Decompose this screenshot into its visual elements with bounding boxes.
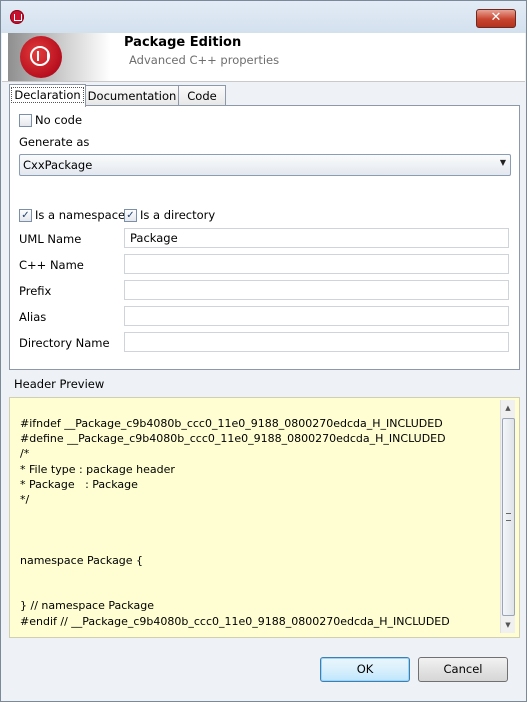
is-namespace-checkbox[interactable]: ✓ — [19, 209, 32, 222]
ok-button[interactable]: OK — [320, 657, 410, 682]
scroll-up-icon[interactable]: ▲ — [501, 400, 515, 416]
tab-declaration[interactable]: Declaration — [9, 84, 86, 107]
directory-name-input[interactable] — [125, 333, 505, 350]
app-icon — [10, 10, 24, 24]
alias-input[interactable] — [125, 307, 505, 324]
header-banner — [8, 33, 110, 81]
cpp-name-input[interactable] — [125, 255, 505, 272]
tab-code[interactable]: Code — [178, 85, 226, 106]
alias-label: Alias — [19, 310, 47, 324]
generate-as-value: CxxPackage — [23, 158, 93, 172]
tab-documentation[interactable]: Documentation — [85, 85, 179, 106]
declaration-panel: No code Generate as CxxPackage ▼ ✓ Is a … — [9, 105, 520, 370]
preview-scrollbar[interactable]: ▲ ▼ — [500, 400, 515, 633]
is-directory-checkbox[interactable]: ✓ — [124, 209, 137, 222]
prefix-input[interactable] — [125, 281, 505, 298]
header-subtitle: Advanced C++ properties — [129, 53, 280, 67]
directory-name-label: Directory Name — [19, 336, 110, 350]
cancel-button[interactable]: Cancel — [418, 657, 508, 682]
logo-icon — [20, 36, 62, 78]
header-title: Package Edition — [124, 35, 242, 50]
uml-name-input[interactable] — [125, 229, 505, 246]
is-namespace-label: Is a namespace — [35, 208, 126, 222]
scroll-thumb[interactable] — [502, 418, 515, 616]
is-directory-label: Is a directory — [140, 208, 216, 222]
scroll-down-icon[interactable]: ▼ — [501, 617, 515, 633]
header-preview-code: #ifndef __Package_c9b4080b_ccc0_11e0_918… — [20, 417, 450, 628]
close-button[interactable]: ✕ — [476, 9, 516, 28]
dialog-header: Package Edition Advanced C++ properties — [2, 33, 525, 82]
cpp-name-label: C++ Name — [19, 258, 84, 272]
tab-declaration-label: Declaration — [11, 87, 84, 103]
prefix-label: Prefix — [19, 284, 52, 298]
uml-name-label: UML Name — [19, 232, 82, 246]
grip-icon — [506, 513, 511, 521]
alias-field[interactable] — [124, 306, 509, 326]
no-code-checkbox[interactable] — [19, 114, 32, 127]
package-edition-dialog: ✕ Package Edition Advanced C++ propertie… — [0, 0, 527, 702]
generate-as-select[interactable]: CxxPackage ▼ — [19, 154, 511, 176]
header-preview-label: Header Preview — [14, 377, 105, 391]
title-bar[interactable]: ✕ — [1, 1, 526, 33]
chevron-down-icon: ▼ — [499, 158, 506, 167]
no-code-label: No code — [35, 113, 83, 127]
prefix-field[interactable] — [124, 280, 509, 300]
uml-name-field[interactable] — [124, 228, 509, 248]
directory-name-field[interactable] — [124, 332, 509, 352]
header-preview-box[interactable]: #ifndef __Package_c9b4080b_ccc0_11e0_918… — [9, 397, 520, 638]
cpp-name-field[interactable] — [124, 254, 509, 274]
generate-as-label: Generate as — [19, 135, 90, 149]
